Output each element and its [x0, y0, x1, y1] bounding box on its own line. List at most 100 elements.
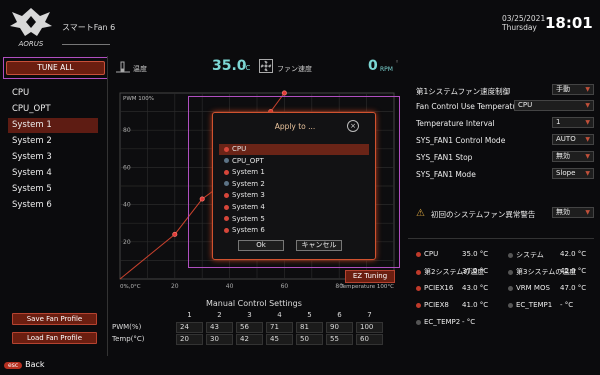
status-dot-icon: [416, 269, 421, 275]
temperature-source-select[interactable]: CPU ▼: [514, 100, 594, 111]
select-value: 手動: [556, 85, 570, 93]
fan-control-mode-select[interactable]: 手動 ▼: [552, 84, 594, 95]
fan-stop-select[interactable]: 無効 ▼: [552, 151, 594, 162]
y-axis-label: PWM 100%: [123, 96, 154, 102]
fan-item[interactable]: System 2: [8, 134, 98, 149]
dialog-item-label: System 4: [232, 203, 265, 211]
dialog-item[interactable]: CPU: [219, 144, 369, 155]
left-divider: [107, 56, 108, 356]
temperature-source-label: Fan Control Use Temperatu: [416, 102, 518, 111]
pwm-cell[interactable]: 43: [206, 322, 233, 333]
dialog-item-label: System 2: [232, 179, 265, 188]
fan-item[interactable]: System 1: [8, 118, 98, 133]
control-mode-select[interactable]: AUTO ▼: [552, 134, 594, 145]
fan-fail-warning-select[interactable]: 無効 ▼: [552, 207, 594, 218]
monitor-value: 41.0 °C: [462, 301, 489, 309]
tune-all-button[interactable]: TUNE ALL: [6, 61, 105, 75]
pwm-cell[interactable]: 56: [236, 322, 263, 333]
monitor-name: EC_TEMP1: [516, 301, 553, 309]
status-dot-icon: [224, 227, 229, 233]
chevron-down-icon: ▼: [585, 170, 590, 177]
temp-cell[interactable]: 50: [296, 334, 323, 345]
fan-item[interactable]: System 5: [8, 182, 98, 197]
monitor-item: VRM MOS: [508, 284, 550, 292]
temperature-interval-select[interactable]: 1 ▼: [552, 117, 594, 128]
pwm-cell[interactable]: 100: [356, 322, 383, 333]
temp-row-label: Temp(°C): [112, 335, 145, 343]
save-fan-profile-button[interactable]: Save Fan Profile: [12, 313, 97, 325]
pwm-cell[interactable]: 24: [176, 322, 203, 333]
cancel-button[interactable]: キャンセル: [296, 240, 342, 251]
select-value: AUTO: [556, 135, 576, 143]
y-tick-label: 80: [123, 127, 131, 134]
back-label: Back: [25, 360, 45, 369]
ok-button[interactable]: Ok: [238, 240, 284, 251]
temperature-interval-label: Temperature Interval: [416, 119, 495, 128]
fan-fail-warning-label: 初回のシステムファン異常警告: [431, 210, 536, 219]
load-fan-profile-button[interactable]: Load Fan Profile: [12, 332, 97, 344]
fan-item[interactable]: CPU_OPT: [8, 102, 98, 117]
fan-icon: [259, 59, 273, 73]
select-value: 無効: [556, 208, 570, 216]
y-tick-label: 60: [123, 164, 131, 171]
fan-item[interactable]: CPU: [8, 86, 98, 101]
pwm-cell[interactable]: 81: [296, 322, 323, 333]
aorus-logo: AORUS: [10, 8, 52, 48]
temperature-unit: °C: [242, 64, 251, 72]
dialog-item-label: CPU_OPT: [232, 156, 264, 165]
x-tick-label: 40: [226, 283, 234, 290]
manual-control-title: Manual Control Settings: [206, 299, 302, 308]
dialog-item[interactable]: System 3: [219, 190, 369, 201]
monitor-item: PCIEX16: [416, 284, 453, 292]
temp-cell[interactable]: 60: [356, 334, 383, 345]
temp-cell[interactable]: 45: [266, 334, 293, 345]
fan-item[interactable]: System 6: [8, 198, 98, 213]
temperature-label: 温度: [133, 65, 147, 73]
temp-cell[interactable]: 30: [206, 334, 233, 345]
status-dot-icon: [508, 302, 513, 308]
column-header: 5: [307, 311, 312, 319]
fan-control-mode-label: 第1システムファン速度制御: [416, 87, 511, 96]
y-tick-label: 20: [123, 239, 131, 246]
close-icon[interactable]: ×: [347, 120, 359, 132]
select-value: Slope: [556, 169, 576, 177]
temp-cell[interactable]: 42: [236, 334, 263, 345]
ez-tuning-button[interactable]: EZ Tuning: [345, 270, 395, 283]
back-button[interactable]: esc Back: [4, 360, 45, 369]
fan-item[interactable]: System 4: [8, 166, 98, 181]
mouse-cursor-icon: ◦: [395, 58, 400, 66]
dialog-item[interactable]: System 4: [219, 202, 369, 213]
curve-point[interactable]: [281, 90, 287, 96]
monitor-value: 43.0 °C: [462, 284, 489, 292]
fan-rpm-unit: RPM: [380, 66, 393, 73]
status-dot-icon: [416, 285, 421, 291]
monitor-value: 35.0 °C: [462, 250, 489, 258]
status-dot-icon: [508, 252, 513, 258]
dialog-item[interactable]: System 6: [219, 225, 369, 236]
monitor-value: 47.0 °C: [560, 284, 587, 292]
dialog-item-label: System 1: [232, 168, 265, 177]
pwm-cell[interactable]: 90: [326, 322, 353, 333]
pwm-cell[interactable]: 71: [266, 322, 293, 333]
monitor-value: - °C: [560, 301, 574, 309]
column-header: 2: [217, 311, 222, 319]
dialog-item[interactable]: CPU_OPT: [219, 156, 369, 167]
fan-mode-select[interactable]: Slope ▼: [552, 168, 594, 179]
temp-cell[interactable]: 55: [326, 334, 353, 345]
dialog-item[interactable]: System 1: [219, 167, 369, 178]
status-dot-icon: [224, 204, 229, 210]
fan-speed-label: ファン速度: [277, 65, 312, 73]
monitor-name: システム: [516, 251, 544, 259]
x-origin-label: 0%,0°C: [120, 284, 141, 290]
monitor-item: EC_TEMP2: [416, 318, 460, 326]
curve-point[interactable]: [172, 231, 178, 237]
column-header: 1: [187, 311, 192, 319]
dialog-item[interactable]: System 5: [219, 214, 369, 225]
fan-item[interactable]: System 3: [8, 150, 98, 165]
monitor-item: EC_TEMP1: [508, 301, 552, 309]
dialog-item-label: System 5: [232, 214, 265, 223]
temp-cell[interactable]: 20: [176, 334, 203, 345]
dialog-item[interactable]: System 2: [219, 179, 369, 190]
status-dot-icon: [416, 251, 421, 257]
day-text: Thursday: [502, 23, 537, 32]
